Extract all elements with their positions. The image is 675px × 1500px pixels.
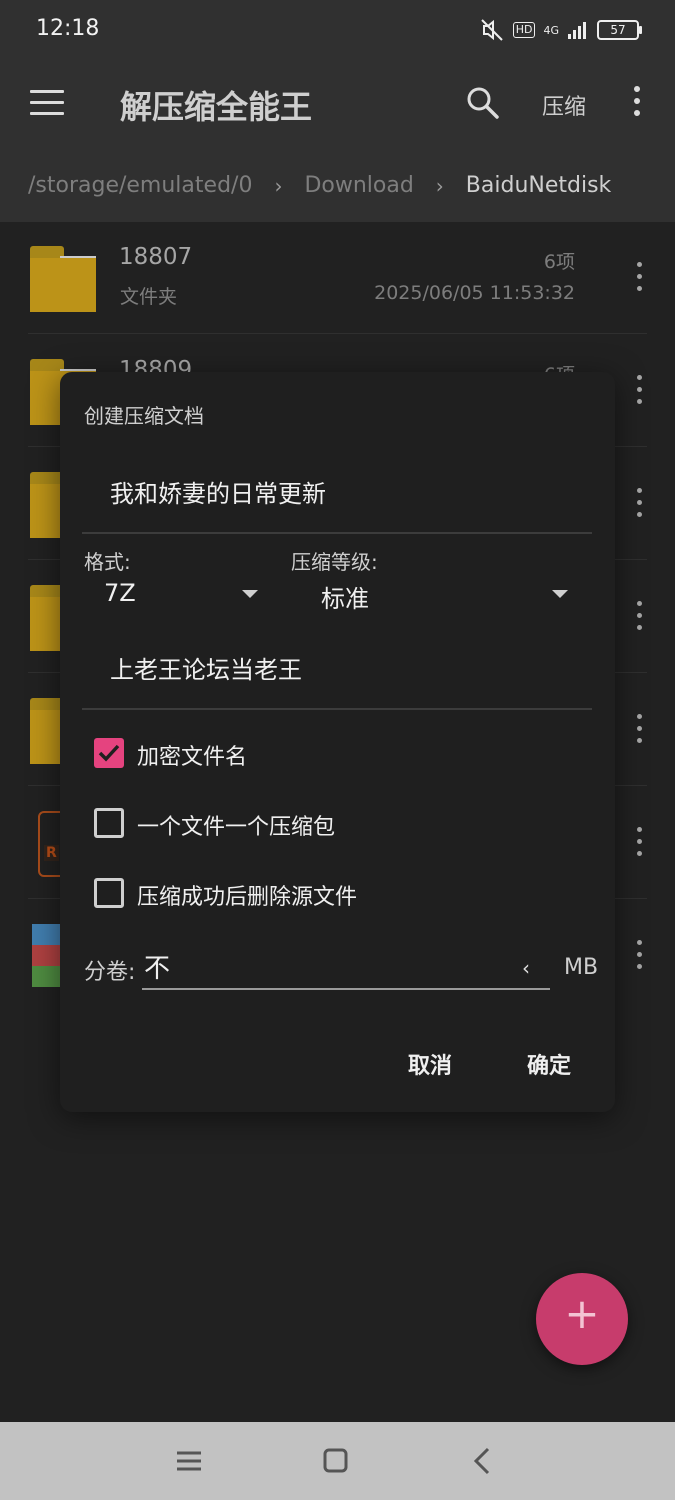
mute-vibrate-icon: [481, 19, 503, 41]
breadcrumb-root[interactable]: /storage/emulated/0: [28, 173, 252, 198]
encrypt-filenames-checkbox[interactable]: [94, 738, 124, 768]
breadcrumb-download[interactable]: Download: [304, 173, 413, 198]
input-underline: [142, 988, 550, 990]
app-title: 解压缩全能王: [120, 88, 313, 126]
chevron-right-icon: ›: [274, 173, 283, 198]
home-icon[interactable]: [318, 1446, 352, 1476]
password-input[interactable]: 上老王论坛当老王: [110, 650, 302, 685]
compress-action-button[interactable]: 压缩: [542, 89, 586, 121]
checkmark-icon: [98, 744, 120, 762]
chevron-left-icon[interactable]: ‹: [522, 956, 530, 980]
recent-apps-icon[interactable]: [172, 1446, 206, 1476]
delete-source-checkbox[interactable]: [94, 878, 124, 908]
one-archive-per-file-label: 一个文件一个压缩包: [137, 815, 336, 840]
status-icons: HD 4G 57: [479, 16, 642, 44]
encrypt-filenames-label: 加密文件名: [137, 745, 248, 770]
more-options-icon[interactable]: [630, 86, 644, 120]
split-volume-input[interactable]: 不: [144, 948, 170, 985]
confirm-button[interactable]: 确定: [527, 1048, 571, 1080]
breadcrumb: /storage/emulated/0 › Download › BaiduNe…: [28, 173, 611, 198]
split-unit: MB: [564, 955, 599, 980]
dialog-title: 创建压缩文档: [84, 404, 204, 428]
add-fab-button[interactable]: +: [536, 1273, 628, 1365]
battery-icon: 57: [597, 20, 642, 40]
create-archive-dialog: 创建压缩文档 我和娇妻的日常更新 格式: 7Z 压缩等级: 标准 上老王论坛当老…: [60, 372, 615, 1112]
system-nav-bar: [0, 1422, 675, 1500]
split-label: 分卷:: [84, 960, 136, 985]
delete-source-label: 压缩成功后删除源文件: [137, 885, 358, 910]
back-icon[interactable]: [466, 1446, 500, 1476]
network-type: 4G: [543, 23, 559, 37]
breadcrumb-current[interactable]: BaiduNetdisk: [466, 173, 612, 198]
input-underline: [82, 532, 592, 534]
archive-name-input[interactable]: 我和娇妻的日常更新: [110, 474, 326, 509]
format-select[interactable]: 7Z: [104, 579, 136, 607]
input-underline: [82, 708, 592, 710]
plus-icon: +: [564, 1289, 600, 1338]
search-icon[interactable]: [466, 86, 500, 120]
level-select[interactable]: 标准: [321, 579, 369, 614]
signal-icon: [568, 22, 586, 39]
cancel-button[interactable]: 取消: [408, 1048, 452, 1080]
one-archive-per-file-checkbox[interactable]: [94, 808, 124, 838]
format-label: 格式:: [84, 550, 131, 574]
menu-icon[interactable]: [30, 90, 64, 116]
level-dropdown-icon[interactable]: [552, 590, 568, 598]
status-time: 12:18: [36, 16, 100, 41]
format-dropdown-icon[interactable]: [242, 590, 258, 598]
chevron-right-icon: ›: [435, 173, 444, 198]
level-label: 压缩等级:: [291, 550, 378, 574]
hd-badge: HD: [512, 22, 536, 38]
top-app-bar: 12:18 HD 4G 57 解压缩全能王 压缩 /storage/emulat…: [0, 0, 675, 222]
